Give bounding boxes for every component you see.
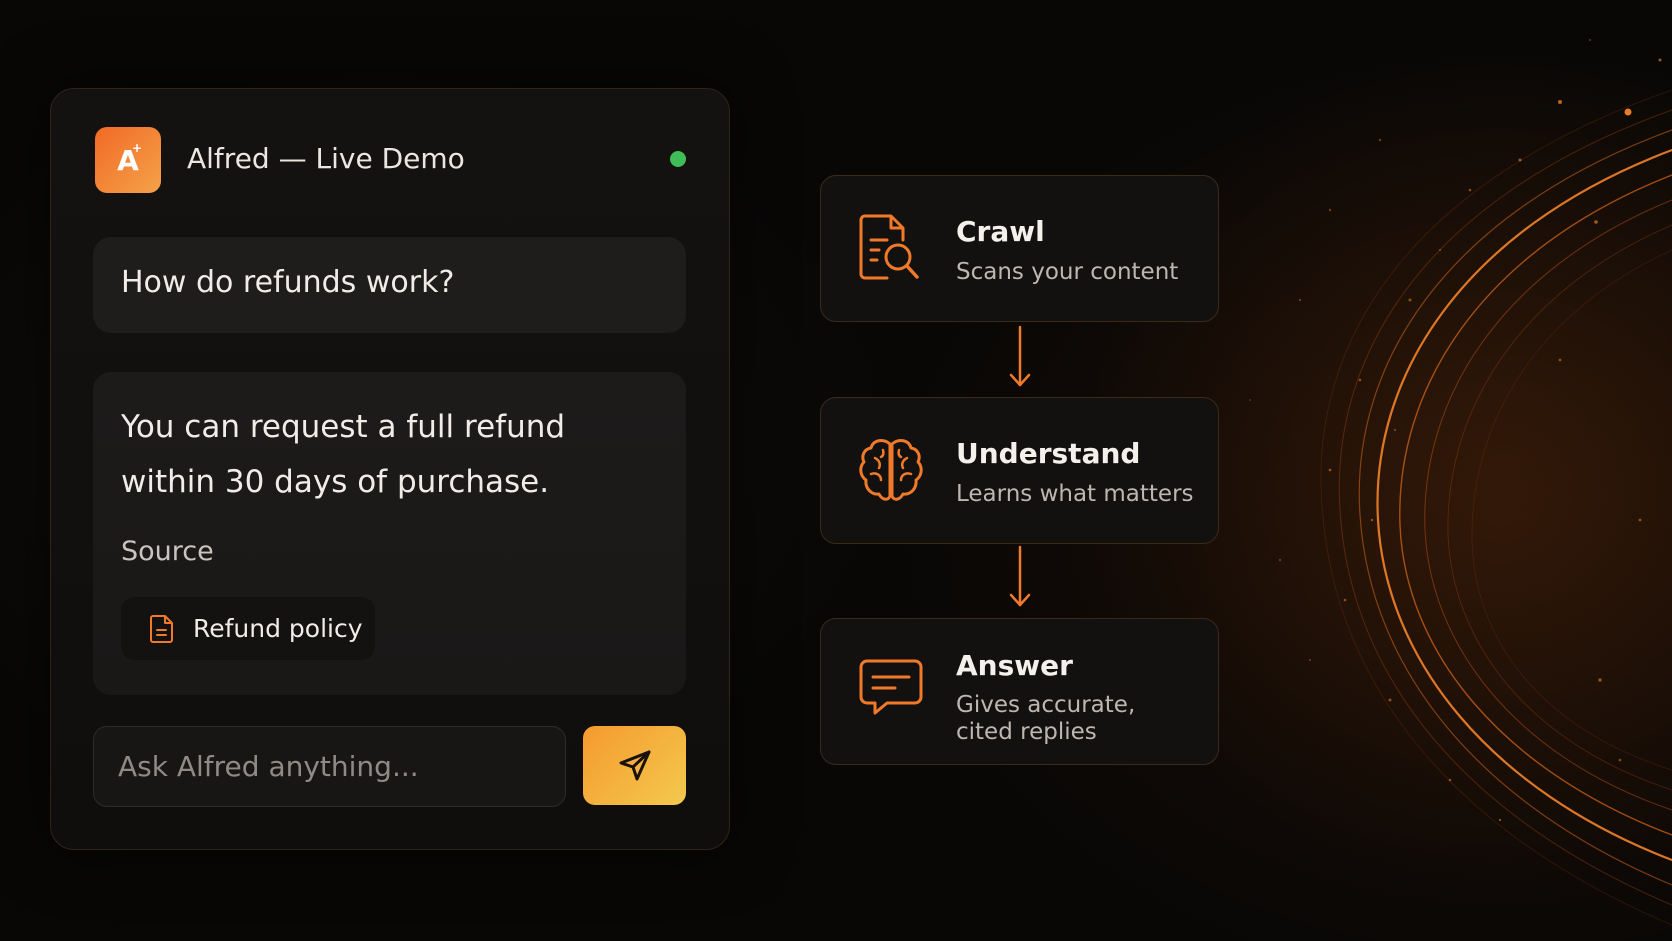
send-icon — [619, 750, 650, 780]
chat-input[interactable] — [93, 726, 566, 807]
user-message-bubble: How do refunds work? — [93, 237, 686, 333]
online-status-indicator — [670, 151, 686, 167]
chat-panel: A + Alfred — Live Demo How do refunds wo… — [50, 88, 730, 850]
send-button[interactable] — [583, 726, 686, 805]
bot-answer-text: You can request a full refund within 30 … — [121, 409, 566, 500]
source-document-label: Refund policy — [193, 614, 363, 643]
step-card-answer: Answer Gives accurate, cited replies — [820, 618, 1219, 765]
step-desc-answer-line2: cited replies — [956, 719, 1097, 745]
step-title-crawl: Crawl — [956, 215, 1045, 248]
hero-stage: A + Alfred — Live Demo How do refunds wo… — [0, 0, 1672, 941]
step-title-answer: Answer — [956, 649, 1073, 682]
step-desc-crawl: Scans your content — [956, 259, 1179, 285]
step-title-understand: Understand — [956, 437, 1141, 470]
step-desc-understand: Learns what matters — [956, 481, 1194, 507]
arrow-down-icon — [1009, 545, 1031, 607]
logo-spark: + — [132, 141, 143, 155]
step-card-understand: Understand Learns what matters — [820, 397, 1219, 544]
arrow-down-icon — [1009, 325, 1031, 387]
chat-title: Alfred — Live Demo — [187, 142, 465, 175]
step-card-crawl: Crawl Scans your content — [820, 175, 1219, 322]
chat-bubble-icon — [859, 659, 923, 715]
source-document-chip[interactable]: Refund policy — [121, 597, 375, 660]
document-search-icon — [859, 214, 919, 280]
app-logo: A + — [95, 127, 161, 193]
source-label: Source — [121, 536, 214, 567]
chat-header: A + Alfred — Live Demo — [95, 127, 686, 193]
step-desc-answer-line1: Gives accurate, — [956, 692, 1136, 718]
bot-message-bubble: You can request a full refund within 30 … — [93, 372, 686, 695]
document-icon — [150, 614, 173, 643]
brain-icon — [859, 439, 923, 501]
